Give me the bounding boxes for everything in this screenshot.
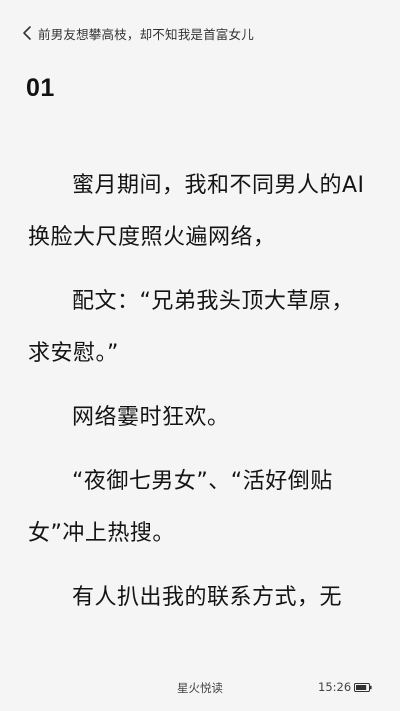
reader-footer: 星火悦读 15:26	[0, 676, 400, 700]
reader-header: 前男友想攀高枝，却不知我是首富女儿	[0, 0, 400, 64]
paragraph: 网络霎时狂欢。	[72, 405, 230, 430]
paragraph: “夜御七男女”、“活好倒贴女”冲上热搜。	[28, 469, 333, 546]
clock: 15:26	[318, 680, 352, 694]
paragraph: 蜜月期间，我和不同男人的AI换脸大尺度照火遍网络，	[28, 173, 365, 250]
paragraph: 配文：“兄弟我头顶大草原，求安慰。”	[28, 289, 354, 366]
battery-icon	[354, 683, 372, 692]
chapter-content: 蜜月期间，我和不同男人的AI换脸大尺度照火遍网络， 配文：“兄弟我头顶大草原，求…	[28, 160, 374, 636]
back-button[interactable]	[18, 22, 36, 44]
book-title: 前男友想攀高枝，却不知我是首富女儿	[38, 27, 254, 42]
chapter-number: 01	[26, 74, 55, 102]
chevron-left-icon	[23, 26, 31, 40]
paragraph: 有人扒出我的联系方式，无	[72, 585, 343, 610]
